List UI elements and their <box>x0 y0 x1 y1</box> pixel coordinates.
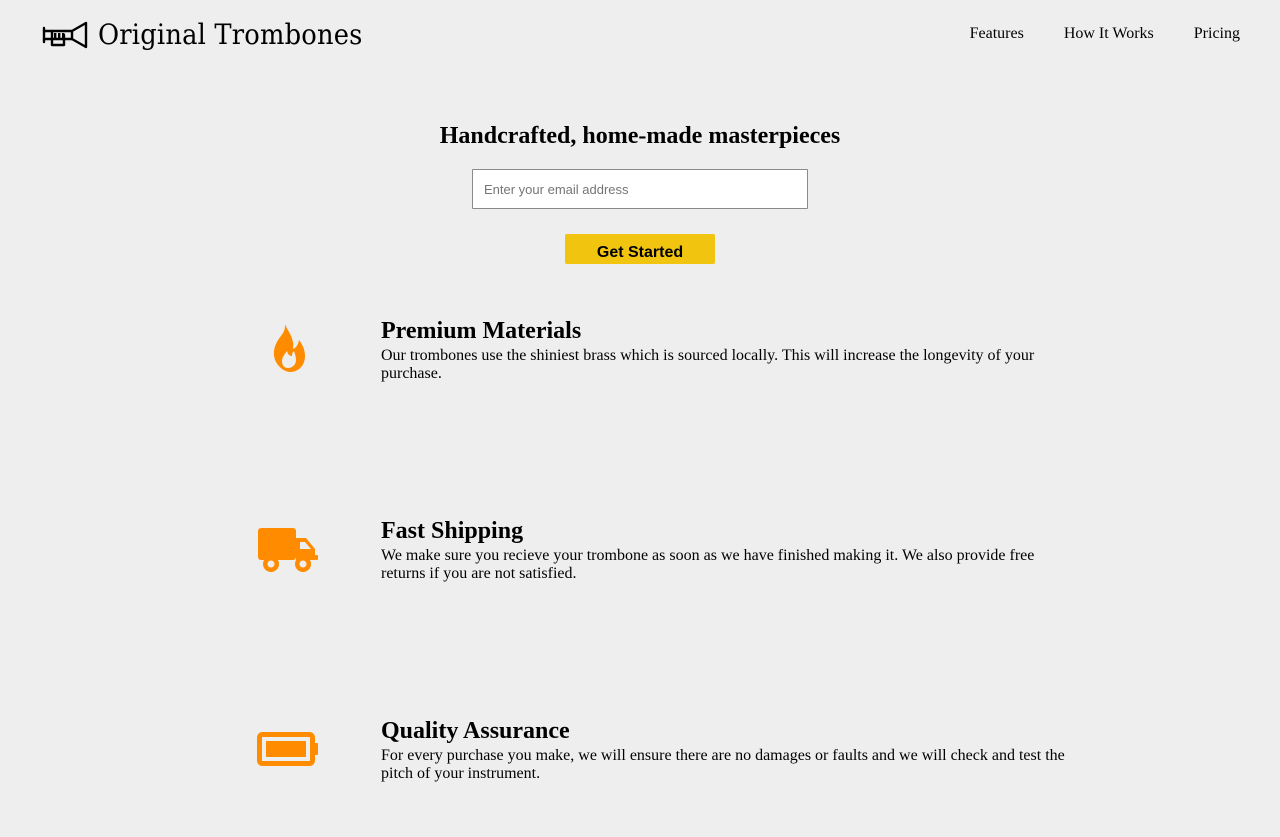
feature-title: Premium Materials <box>381 318 582 344</box>
main-nav: Features How It Works Pricing <box>930 24 1240 44</box>
fire-icon <box>256 320 320 376</box>
nav-link-features[interactable]: Features <box>970 24 1024 44</box>
brand-name: Original Trombones <box>98 17 363 51</box>
feature-description: For every purchase you make, we will ens… <box>381 747 1065 782</box>
feature-quality-assurance: Quality Assurance For every purchase you… <box>0 717 1280 837</box>
site-header: Original Trombones Features How It Works… <box>0 0 1280 68</box>
truck-icon <box>256 521 320 577</box>
feature-premium-materials: Premium Materials Our trombones use the … <box>0 317 1280 437</box>
feature-fast-shipping: Fast Shipping We make sure you recieve y… <box>0 517 1280 637</box>
brand-logo[interactable]: Original Trombones <box>42 16 386 52</box>
feature-description: We make sure you recieve your trombone a… <box>381 547 1035 582</box>
feature-title: Quality Assurance <box>381 718 570 744</box>
email-input[interactable] <box>472 169 808 209</box>
nav-link-pricing[interactable]: Pricing <box>1194 24 1240 44</box>
nav-link-how-it-works[interactable]: How It Works <box>1064 24 1154 44</box>
trombone-logo-icon <box>42 19 88 49</box>
feature-title: Fast Shipping <box>381 518 524 544</box>
hero-title: Handcrafted, home-made masterpieces <box>439 123 841 149</box>
battery-full-icon <box>256 721 320 777</box>
feature-description: Our trombones use the shiniest brass whi… <box>381 347 1035 382</box>
get-started-button[interactable]: Get Started <box>565 234 715 264</box>
